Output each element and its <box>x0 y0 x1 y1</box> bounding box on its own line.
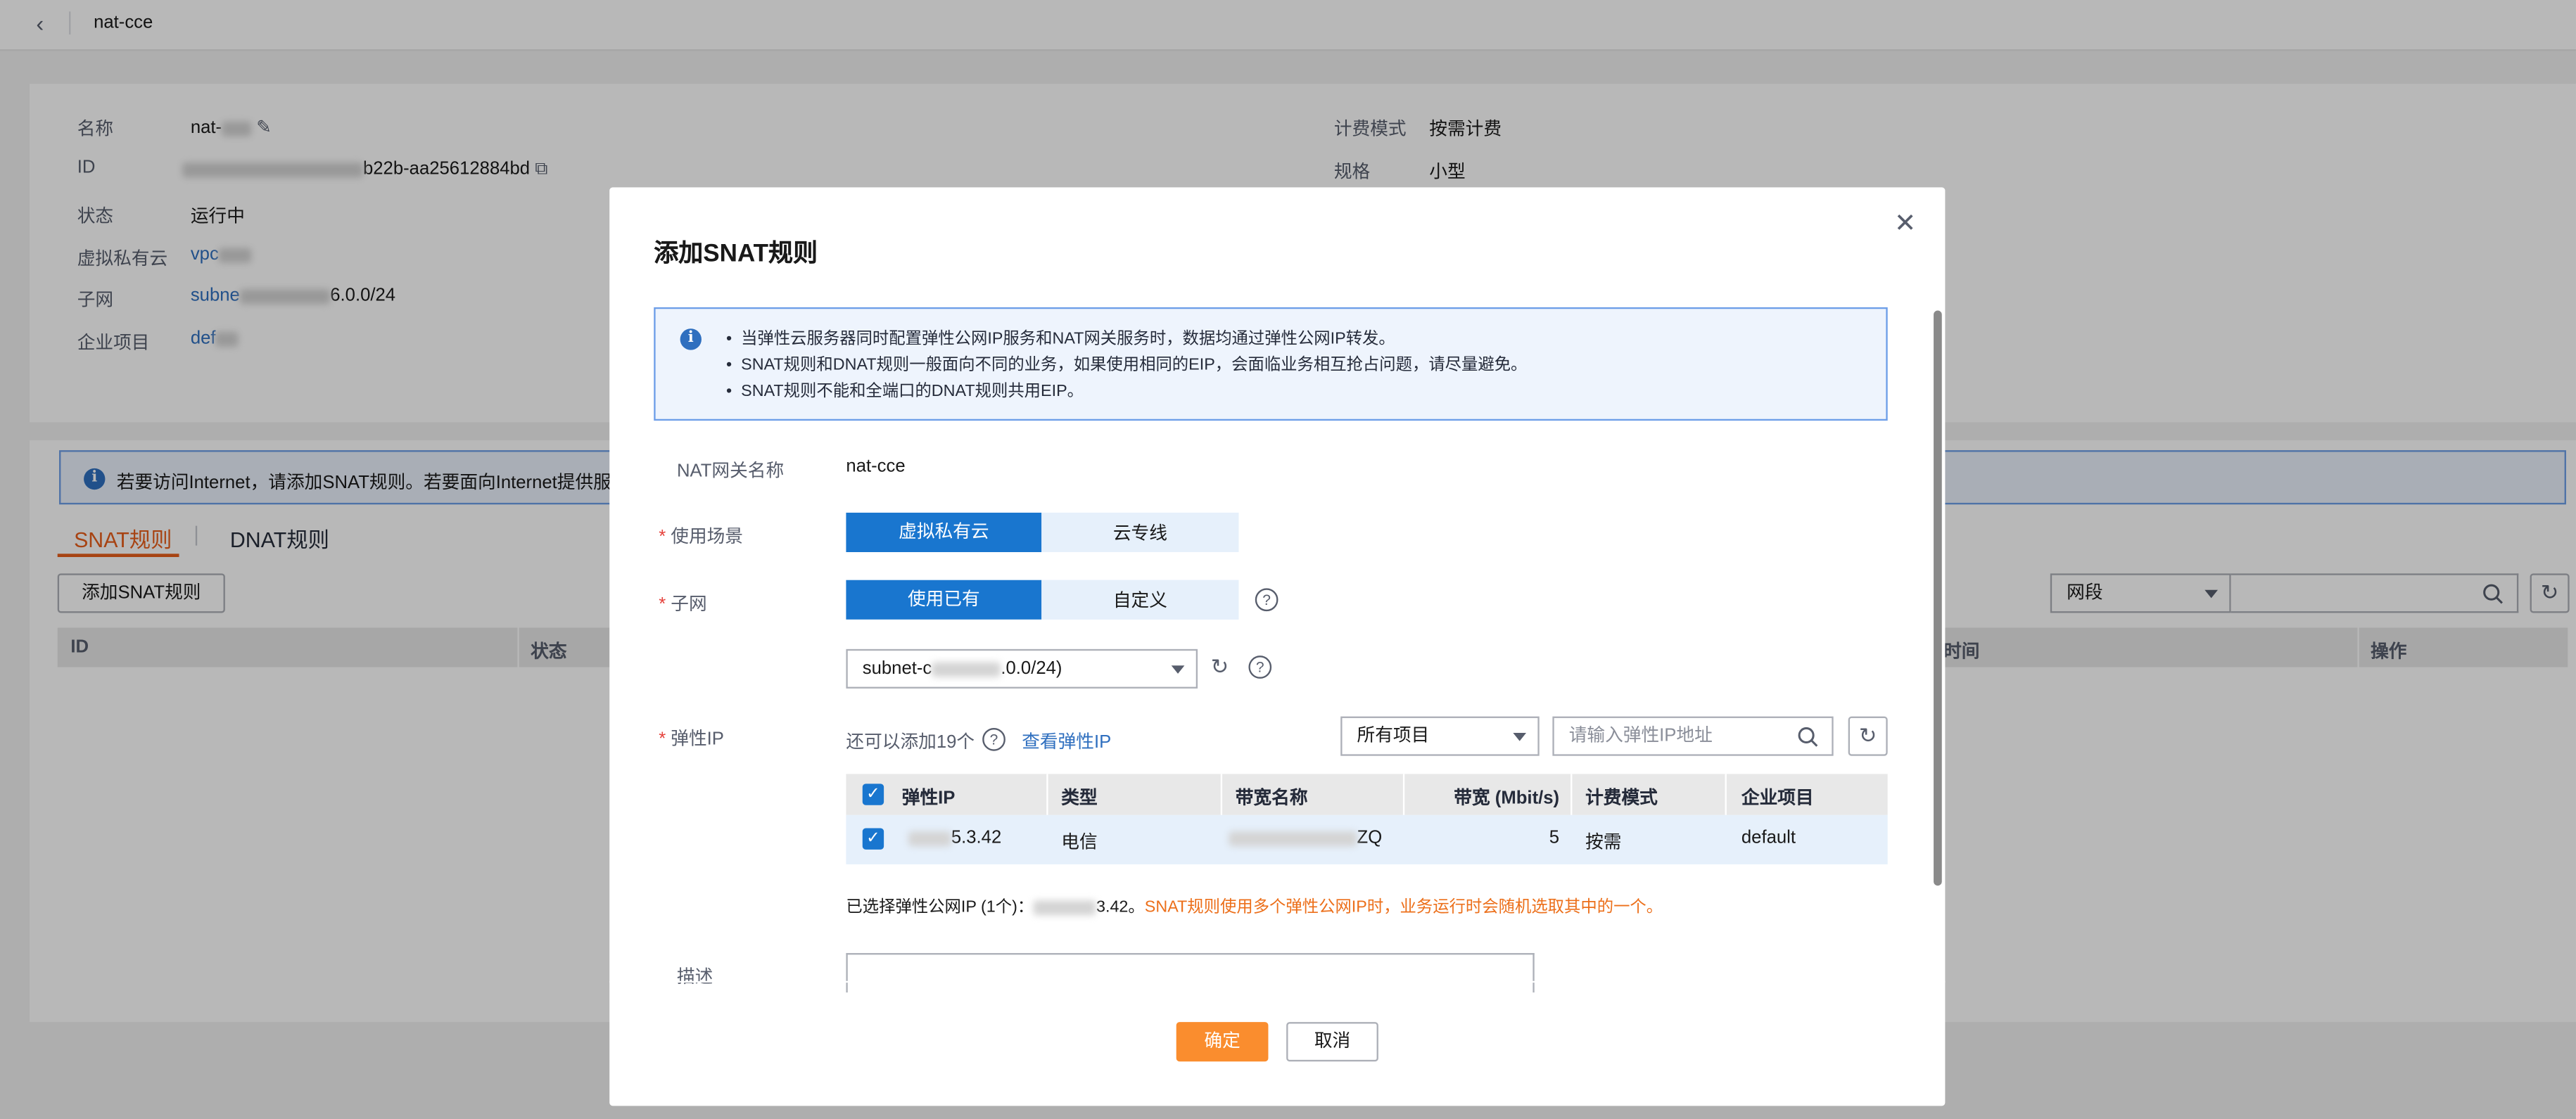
bandwidth-cell: 5 <box>1549 828 1560 848</box>
scenario-option-vpc[interactable]: 虚拟私有云 <box>846 512 1042 552</box>
view-eip-link[interactable]: 查看弹性IP <box>1022 728 1111 754</box>
subnet-option-custom[interactable]: 自定义 <box>1041 580 1239 620</box>
eip-table-header: ✓ 弹性IP 类型 带宽名称 带宽 (Mbit/s) 计费模式 企业项目 <box>846 774 1888 815</box>
select-all-checkbox[interactable]: ✓ <box>862 784 884 805</box>
description-textarea[interactable] <box>846 953 1535 993</box>
scenario-label: * 使用场景 <box>659 527 743 547</box>
search-icon[interactable] <box>1797 727 1818 748</box>
table-row[interactable]: ✓ 5.3.42 电信 ZQ 5 按需 default <box>846 814 1888 864</box>
close-icon[interactable]: ✕ <box>1894 207 1916 240</box>
billing-cell: 按需 <box>1585 833 1622 853</box>
eip-refresh-button[interactable]: ↻ <box>1848 716 1888 756</box>
info-box: i • 当弹性云服务器同时配置弹性公网IP服务和NAT网关服务时，数据均通过弹性… <box>654 307 1888 421</box>
gateway-name-value: nat-cce <box>846 456 906 477</box>
subnet-option-existing[interactable]: 使用已有 <box>846 580 1042 620</box>
column-divider <box>1571 774 1573 815</box>
project-cell: default <box>1741 828 1796 848</box>
help-icon[interactable]: ? <box>982 727 1005 751</box>
info-icon: i <box>680 328 702 350</box>
bandwidth-name-cell: ZQ <box>1229 828 1382 848</box>
column-header: 弹性IP <box>901 788 956 809</box>
project-select[interactable]: 所有项目 <box>1340 716 1540 756</box>
info-list: • 当弹性云服务器同时配置弹性公网IP服务和NAT网关服务时，数据均通过弹性公网… <box>726 324 1527 402</box>
column-divider <box>1725 774 1727 815</box>
column-divider <box>1220 774 1223 815</box>
info-item: • 当弹性云服务器同时配置弹性公网IP服务和NAT网关服务时，数据均通过弹性公网… <box>725 330 1395 349</box>
type-cell: 电信 <box>1061 833 1098 853</box>
column-divider <box>1402 774 1405 815</box>
help-icon[interactable]: ? <box>1248 656 1272 679</box>
description-label: 描述 <box>676 968 713 988</box>
dialog-title: 添加SNAT规则 <box>654 240 818 268</box>
selected-eip-warning: SNAT规则使用多个弹性公网IP时，业务运行时会随机选取其中的一个。 <box>1144 898 1663 917</box>
info-item: • SNAT规则和DNAT规则一般面向不同的业务，如果使用相同的EIP，会面临业… <box>725 356 1528 375</box>
footer-divider <box>609 980 1946 983</box>
refresh-icon[interactable]: ↻ <box>1211 654 1229 680</box>
column-header: 带宽名称 <box>1235 788 1308 809</box>
caret-down-icon <box>1513 732 1527 741</box>
eip-cell: 5.3.42 <box>908 828 1001 848</box>
column-divider <box>1046 774 1048 815</box>
row-checkbox[interactable]: ✓ <box>862 828 884 850</box>
confirm-button[interactable]: 确定 <box>1176 1022 1269 1062</box>
column-header: 计费模式 <box>1585 788 1658 809</box>
help-icon[interactable]: ? <box>1255 588 1279 612</box>
scenario-option-direct-connect[interactable]: 云专线 <box>1041 512 1239 552</box>
subnet-select[interactable]: subnet-c .0.0/24) <box>846 648 1198 689</box>
gateway-name-label: NAT网关名称 <box>676 461 785 482</box>
eip-label: * 弹性IP <box>659 729 724 750</box>
refresh-icon: ↻ <box>1858 722 1877 748</box>
subnet-label: * 子网 <box>659 594 707 615</box>
eip-table: ✓ 弹性IP 类型 带宽名称 带宽 (Mbit/s) 计费模式 企业项目 ✓ 5… <box>846 774 1888 864</box>
eip-remaining: 还可以添加19个 <box>846 732 975 753</box>
column-header: 企业项目 <box>1741 788 1814 809</box>
column-header: 类型 <box>1061 788 1098 809</box>
info-item: • SNAT规则不能和全端口的DNAT规则共用EIP。 <box>725 383 1084 402</box>
cancel-button[interactable]: 取消 <box>1286 1022 1378 1062</box>
add-snat-rule-dialog: 添加SNAT规则 ✕ i • 当弹性云服务器同时配置弹性公网IP服务和NAT网关… <box>609 187 1946 1106</box>
eip-search-input[interactable]: 请输入弹性IP地址 <box>1552 716 1834 756</box>
selected-eip-summary: 已选择弹性公网IP (1个)： 3.42。SNAT规则使用多个弹性公网IP时，业务… <box>846 898 1663 917</box>
scrollbar[interactable] <box>1934 310 1942 886</box>
column-header: 带宽 (Mbit/s) <box>1454 788 1560 809</box>
caret-down-icon <box>1171 665 1185 674</box>
